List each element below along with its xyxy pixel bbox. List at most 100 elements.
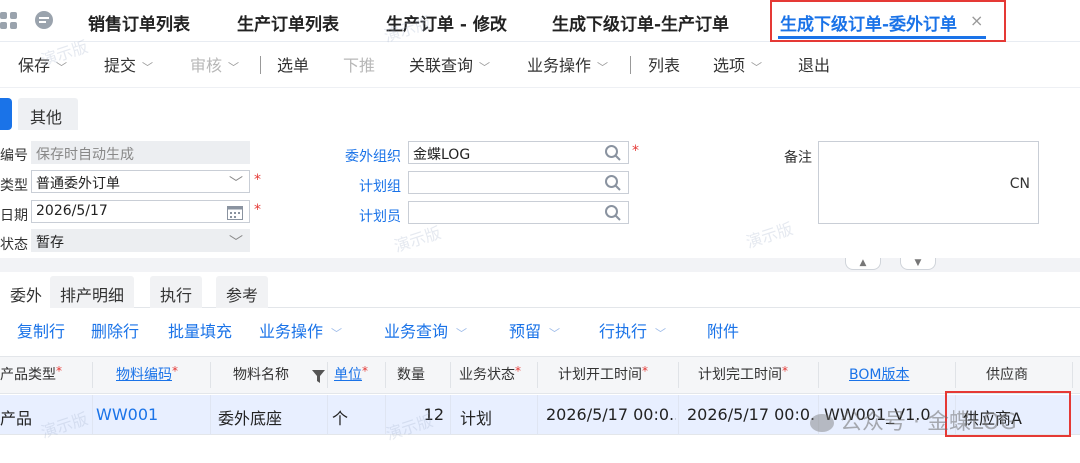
column-divider[interactable] xyxy=(385,362,386,388)
batch-fill-button[interactable]: 批量填充 xyxy=(168,318,232,342)
planner-field[interactable] xyxy=(408,201,629,224)
apps-grid-icon[interactable] xyxy=(0,12,18,30)
column-divider[interactable] xyxy=(1072,362,1073,388)
tab-sub-order-production[interactable]: 生成下级订单-生产订单 xyxy=(552,10,729,35)
column-divider[interactable] xyxy=(678,362,679,388)
cell-business-status[interactable]: 计划 xyxy=(460,405,534,429)
list-button[interactable]: 列表 xyxy=(648,52,680,76)
col-bom-version[interactable]: BOM版本 xyxy=(849,364,909,384)
chevron-down-icon[interactable]: ﹀ xyxy=(142,61,153,74)
col-material-code-label: 物料编码 xyxy=(116,367,172,383)
col-unit[interactable]: 单位* xyxy=(334,364,368,384)
entry-tab-outsourcing[interactable]: 委外 xyxy=(0,276,53,308)
chevron-down-icon[interactable]: ﹀ xyxy=(549,327,560,340)
col-material-code[interactable]: 物料编码* xyxy=(116,364,178,384)
push-down-button[interactable]: 下推 xyxy=(343,52,375,76)
options-button[interactable]: 选项 ﹀ xyxy=(713,52,762,76)
collapse-up-icon[interactable]: ▲ xyxy=(845,258,881,270)
type-select[interactable]: 普通委外订单 ﹀ xyxy=(31,170,250,193)
save-button[interactable]: 保存 ﹀ xyxy=(18,52,67,76)
chevron-down-icon[interactable]: ﹀ xyxy=(597,61,608,74)
col-plan-finish[interactable]: 计划完工时间* xyxy=(698,364,788,384)
status-label: 状态 xyxy=(0,237,28,253)
calendar-icon[interactable] xyxy=(227,205,243,220)
row-execute-button[interactable]: 行执行 ﹀ xyxy=(599,318,666,342)
column-divider[interactable] xyxy=(210,362,211,388)
chevron-down-icon[interactable]: ﹀ xyxy=(479,61,490,74)
column-divider[interactable] xyxy=(955,362,956,388)
remark-field[interactable]: CN xyxy=(818,141,1039,224)
cell-product-type[interactable]: 产品 xyxy=(0,405,90,429)
col-material-name[interactable]: 物料名称 xyxy=(233,364,289,384)
tab-production-order-edit[interactable]: 生产订单 - 修改 xyxy=(386,10,507,35)
row-execute-label: 行执行 xyxy=(599,322,648,341)
tab-other[interactable]: 其他 xyxy=(18,98,78,130)
message-icon[interactable] xyxy=(34,10,54,30)
expand-down-icon[interactable]: ▼ xyxy=(900,258,936,270)
column-divider[interactable] xyxy=(92,362,93,388)
entry-business-ops-button[interactable]: 业务操作 ﹀ xyxy=(259,318,342,342)
related-query-button[interactable]: 关联查询 ﹀ xyxy=(409,52,490,76)
business-query-button[interactable]: 业务查询 ﹀ xyxy=(384,318,467,342)
business-query-label: 业务查询 xyxy=(384,322,449,341)
chevron-down-icon[interactable]: ﹀ xyxy=(751,61,762,74)
plan-group-field[interactable] xyxy=(408,171,629,194)
entry-tab-execution[interactable]: 执行 xyxy=(150,276,203,308)
col-business-status[interactable]: 业务状态* xyxy=(459,364,521,384)
entry-business-ops-label: 业务操作 xyxy=(259,322,324,341)
cell-plan-start[interactable]: 2026/5/17 00:0... xyxy=(546,405,676,424)
status-select[interactable]: 暂存 ﹀ xyxy=(31,229,250,252)
cell-quantity[interactable]: 12 xyxy=(390,405,444,424)
business-ops-button[interactable]: 业务操作 ﹀ xyxy=(527,52,608,76)
entry-tab-schedule-detail[interactable]: 排产明细 xyxy=(50,276,135,308)
cell-material-code[interactable]: WW001 xyxy=(96,405,206,424)
chevron-down-icon[interactable]: ﹀ xyxy=(655,327,666,340)
filter-icon[interactable] xyxy=(312,370,325,383)
select-order-button[interactable]: 选单 xyxy=(277,52,309,76)
search-icon[interactable] xyxy=(604,174,622,192)
col-quantity[interactable]: 数量 xyxy=(397,364,425,384)
search-icon[interactable] xyxy=(604,144,622,162)
attachment-button[interactable]: 附件 xyxy=(707,318,739,342)
chevron-down-icon[interactable]: ﹀ xyxy=(229,173,243,192)
tab-production-order-list[interactable]: 生产订单列表 xyxy=(237,10,339,35)
plan-group-label[interactable]: 计划组 xyxy=(359,176,401,196)
wechat-icon xyxy=(810,414,834,432)
exit-button[interactable]: 退出 xyxy=(798,52,830,76)
copy-row-button[interactable]: 复制行 xyxy=(17,318,65,342)
col-business-status-label: 业务状态 xyxy=(459,367,515,383)
entry-tab-reference[interactable]: 参考 xyxy=(216,276,269,308)
delete-row-button[interactable]: 删除行 xyxy=(91,318,139,342)
chevron-down-icon[interactable]: ﹀ xyxy=(456,327,467,340)
date-picker[interactable]: 2026/5/17 xyxy=(31,200,250,223)
cell-plan-finish[interactable]: 2026/5/17 00:0... xyxy=(687,405,815,424)
required-mark: * xyxy=(254,172,261,188)
outsourcing-org-field[interactable]: 金蝶LOG xyxy=(408,141,629,164)
chevron-down-icon[interactable]: ﹀ xyxy=(228,61,239,74)
search-icon[interactable] xyxy=(604,204,622,222)
planner-label[interactable]: 计划员 xyxy=(359,206,401,226)
col-product-type[interactable]: 产品类型* xyxy=(0,364,62,384)
column-divider[interactable] xyxy=(818,362,819,388)
col-supplier[interactable]: 供应商 xyxy=(986,364,1028,384)
column-divider[interactable] xyxy=(327,362,328,388)
date-value: 2026/5/17 xyxy=(36,203,108,219)
outsourcing-org-label[interactable]: 委外组织 xyxy=(345,146,401,166)
cell-unit[interactable]: 个 xyxy=(332,405,382,429)
number-field[interactable]: 保存时自动生成 xyxy=(31,141,250,164)
column-divider[interactable] xyxy=(537,362,538,388)
audit-button[interactable]: 审核 ﹀ xyxy=(190,52,239,76)
col-plan-start[interactable]: 计划开工时间* xyxy=(558,364,648,384)
submit-button[interactable]: 提交 ﹀ xyxy=(104,52,153,76)
tab-sales-order-list[interactable]: 销售订单列表 xyxy=(88,10,190,35)
reserve-button[interactable]: 预留 ﹀ xyxy=(509,318,560,342)
subtab-indicator[interactable] xyxy=(0,98,12,130)
chevron-down-icon[interactable]: ﹀ xyxy=(331,327,342,340)
highlight-box-active-tab xyxy=(770,0,1006,42)
chevron-down-icon[interactable]: ﹀ xyxy=(56,61,67,74)
chevron-down-icon[interactable]: ﹀ xyxy=(229,232,243,251)
audit-label: 审核 xyxy=(190,56,223,75)
column-divider[interactable] xyxy=(450,362,451,388)
cell-material-name[interactable]: 委外底座 xyxy=(218,405,323,429)
options-label: 选项 xyxy=(713,56,746,75)
